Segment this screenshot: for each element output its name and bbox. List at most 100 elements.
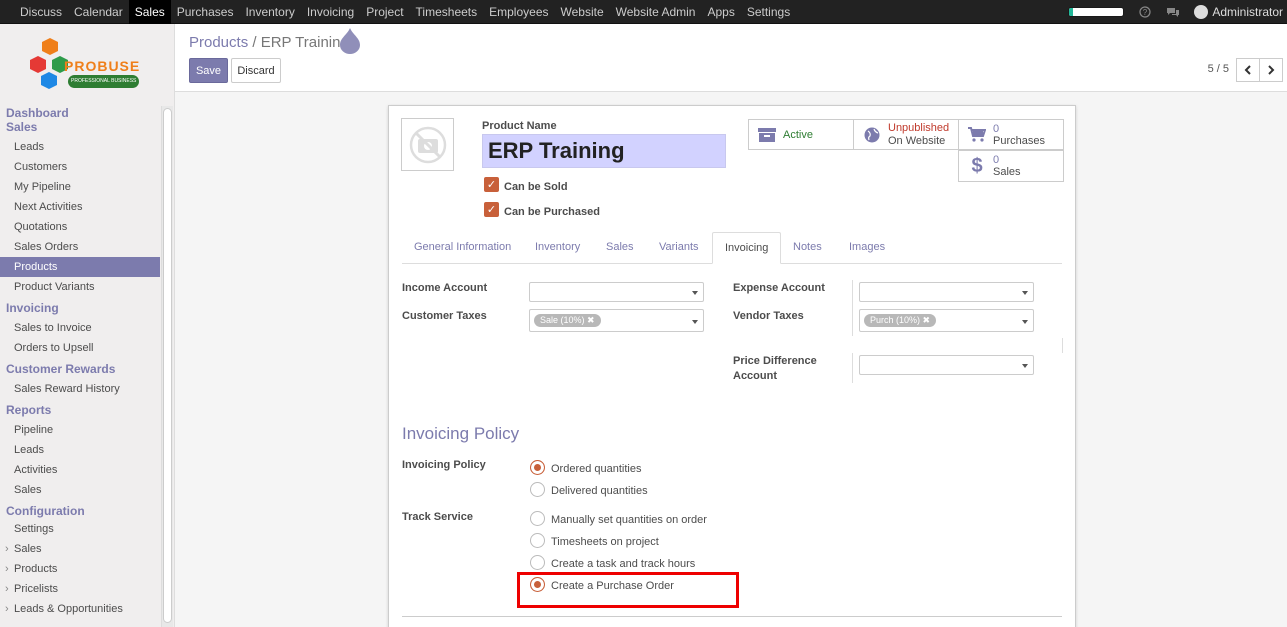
- ordered-quantities-radio[interactable]: [530, 460, 545, 475]
- sidebar-item-sales-to-invoice[interactable]: Sales to Invoice: [0, 318, 160, 338]
- sidebar-item-next-activities[interactable]: Next Activities: [0, 197, 160, 217]
- field-divider: [1062, 338, 1063, 353]
- purchases-button[interactable]: 0 Purchases: [958, 119, 1064, 150]
- tab-variants[interactable]: Variants: [647, 232, 711, 264]
- help-icon[interactable]: ?: [1138, 5, 1152, 19]
- delivered-quantities-radio[interactable]: [530, 482, 545, 497]
- section-configuration[interactable]: Configuration: [0, 504, 160, 518]
- sidebar-item-product-variants[interactable]: Product Variants: [0, 277, 160, 297]
- sidebar-item-products[interactable]: Products: [0, 257, 160, 277]
- remove-tag-icon[interactable]: ✖: [923, 315, 931, 325]
- sidebar-item-settings[interactable]: Settings: [0, 519, 160, 539]
- sidebar-item-sales-orders[interactable]: Sales Orders: [0, 237, 160, 257]
- menu-website-admin[interactable]: Website Admin: [610, 0, 702, 24]
- sidebar-scrollbar[interactable]: [161, 106, 173, 627]
- menu-invoicing[interactable]: Invoicing: [301, 0, 360, 24]
- menu-purchases[interactable]: Purchases: [171, 0, 240, 24]
- sidebar-item-config-sales[interactable]: Sales: [0, 539, 160, 559]
- sales-count: 0: [993, 154, 1000, 166]
- section-dashboard[interactable]: Dashboard: [0, 106, 160, 120]
- sidebar-item-quotations[interactable]: Quotations: [0, 217, 160, 237]
- price-difference-select[interactable]: [859, 355, 1034, 375]
- sidebar-item-report-sales[interactable]: Sales: [0, 480, 160, 500]
- tax-tag-label: Purch (10%): [870, 315, 921, 325]
- expense-account-select[interactable]: [859, 282, 1034, 302]
- dollar-icon: $: [971, 154, 983, 177]
- income-account-select[interactable]: [529, 282, 704, 302]
- sidebar-item-sales-reward-history[interactable]: Sales Reward History: [0, 379, 160, 399]
- sales-button[interactable]: $ 0 Sales: [958, 150, 1064, 182]
- logo-tagline: PROFESSIONAL BUSINESS: [68, 75, 140, 88]
- sidebar-item-leads[interactable]: Leads: [0, 137, 160, 157]
- pager-value: 5 / 5: [1207, 63, 1229, 75]
- menu-sales[interactable]: Sales: [128, 0, 171, 24]
- menu-discuss[interactable]: Discuss: [14, 0, 68, 24]
- menu-inventory[interactable]: Inventory: [239, 0, 300, 24]
- section-customer-rewards[interactable]: Customer Rewards: [0, 362, 160, 376]
- save-button[interactable]: Save: [189, 58, 228, 83]
- sidebar: PROBUSE PROFESSIONAL BUSINESS Dashboard …: [0, 24, 175, 627]
- section-invoicing[interactable]: Invoicing: [0, 301, 160, 315]
- menu-apps[interactable]: Apps: [701, 0, 740, 24]
- menu-calendar[interactable]: Calendar: [68, 0, 129, 24]
- track-service-label: Track Service: [402, 511, 473, 523]
- vendor-taxes-select[interactable]: Purch (10%) ✖: [859, 309, 1034, 332]
- remove-tag-icon[interactable]: ✖: [587, 315, 595, 325]
- tax-tag[interactable]: Purch (10%) ✖: [864, 314, 937, 327]
- product-name-input[interactable]: ERP Training: [482, 134, 726, 168]
- breadcrumb-products[interactable]: Products: [189, 34, 248, 51]
- customer-taxes-select[interactable]: Sale (10%) ✖: [529, 309, 704, 332]
- sidebar-item-customers[interactable]: Customers: [0, 157, 160, 177]
- discard-button[interactable]: Discard: [231, 58, 281, 83]
- menu-project[interactable]: Project: [360, 0, 409, 24]
- task-track-hours-label: Create a task and track hours: [551, 558, 696, 570]
- sidebar-item-leads-opportunities[interactable]: Leads & Opportunities: [0, 599, 160, 619]
- tab-invoicing[interactable]: Invoicing: [712, 232, 782, 264]
- tab-general-information[interactable]: General Information: [402, 232, 523, 264]
- product-image[interactable]: [401, 118, 454, 171]
- tab-notes[interactable]: Notes: [781, 232, 834, 264]
- tab-images[interactable]: Images: [837, 232, 897, 264]
- manual-quantities-radio[interactable]: [530, 511, 545, 526]
- chat-icon[interactable]: [1166, 5, 1180, 19]
- scrollbar-thumb[interactable]: [163, 108, 172, 623]
- menu-website[interactable]: Website: [555, 0, 610, 24]
- pager-next-button[interactable]: [1259, 58, 1283, 82]
- sidebar-item-pipeline[interactable]: Pipeline: [0, 420, 160, 440]
- pager-previous-button[interactable]: [1236, 58, 1260, 82]
- company-logo: PROBUSE PROFESSIONAL BUSINESS: [30, 36, 145, 96]
- cart-icon: [965, 127, 989, 142]
- activity-progress[interactable]: [1068, 7, 1125, 17]
- sidebar-item-config-products[interactable]: Products: [0, 559, 160, 579]
- sidebar-item-activities[interactable]: Activities: [0, 460, 160, 480]
- manual-quantities-label: Manually set quantities on order: [551, 514, 707, 526]
- sidebar-item-report-leads[interactable]: Leads: [0, 440, 160, 460]
- tab-inventory[interactable]: Inventory: [523, 232, 592, 264]
- tab-sales[interactable]: Sales: [594, 232, 646, 264]
- can-be-purchased-checkbox[interactable]: ✓: [484, 202, 499, 217]
- user-menu[interactable]: Administrator: [1194, 5, 1283, 19]
- tax-tag[interactable]: Sale (10%) ✖: [534, 314, 601, 327]
- breadcrumb-separator: /: [252, 34, 257, 51]
- website-publish-button[interactable]: Unpublished On Website: [853, 119, 959, 150]
- vendor-taxes-label: Vendor Taxes: [733, 310, 804, 322]
- active-toggle-button[interactable]: Active: [748, 119, 854, 150]
- timesheets-radio[interactable]: [530, 533, 545, 548]
- sidebar-item-orders-to-upsell[interactable]: Orders to Upsell: [0, 338, 160, 358]
- no-camera-icon: [409, 126, 446, 163]
- menu-timesheets[interactable]: Timesheets: [410, 0, 484, 24]
- task-track-hours-radio[interactable]: [530, 555, 545, 570]
- sidebar-nav: Dashboard Sales Leads Customers My Pipel…: [0, 106, 160, 619]
- dropdown-caret-icon: [692, 320, 698, 324]
- section-sales[interactable]: Sales: [0, 120, 160, 134]
- sidebar-item-pricelists[interactable]: Pricelists: [0, 579, 160, 599]
- sidebar-item-my-pipeline[interactable]: My Pipeline: [0, 177, 160, 197]
- menu-settings[interactable]: Settings: [741, 0, 796, 24]
- can-be-sold-checkbox[interactable]: ✓: [484, 177, 499, 192]
- website-label: On Website: [888, 134, 946, 147]
- avatar: [1194, 5, 1209, 19]
- menu-employees[interactable]: Employees: [483, 0, 554, 24]
- globe-icon: [860, 127, 884, 143]
- price-difference-label-line2: Account: [733, 370, 777, 382]
- section-reports[interactable]: Reports: [0, 403, 160, 417]
